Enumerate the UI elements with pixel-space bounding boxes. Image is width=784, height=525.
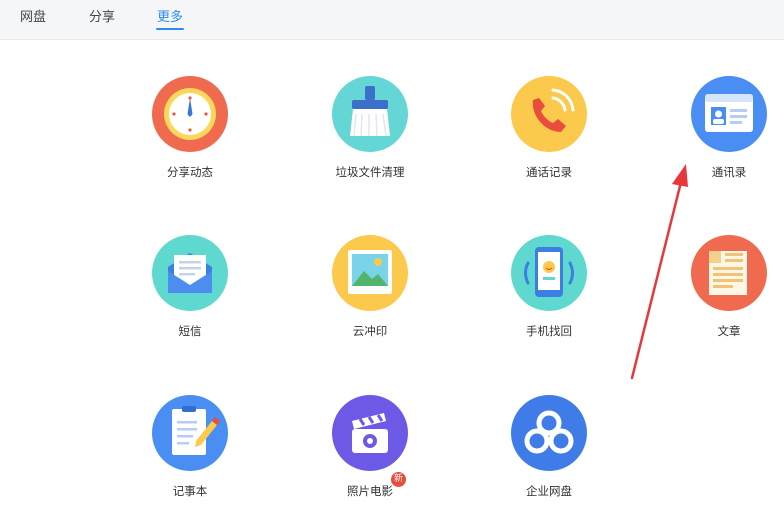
top-tab-bar: 网盘 分享 更多: [0, 0, 784, 40]
film-clapper-icon: [332, 395, 408, 471]
tab-more[interactable]: 更多: [157, 6, 183, 25]
app-label: 手机找回: [526, 324, 572, 338]
contact-card-icon: [691, 76, 767, 152]
photo-print-icon: [332, 235, 408, 311]
app-label: 垃圾文件清理: [335, 165, 405, 179]
app-label: 企业网盘: [526, 484, 572, 498]
app-find-phone[interactable]: 手机找回: [489, 235, 609, 365]
article-icon: [691, 235, 767, 311]
app-share-feed[interactable]: 分享动态: [130, 76, 250, 206]
broom-icon: [332, 76, 408, 152]
phone-icon: [511, 76, 587, 152]
app-call-log[interactable]: 通话记录: [489, 76, 609, 206]
tab-share[interactable]: 分享: [89, 6, 115, 25]
cloud-icon: [511, 395, 587, 471]
tab-netdisk[interactable]: 网盘: [20, 6, 46, 25]
notepad-icon: [152, 395, 228, 471]
app-photo-print[interactable]: 云冲印: [310, 235, 430, 365]
annotation-arrow: [630, 164, 688, 380]
app-label: 云冲印: [352, 324, 388, 338]
app-sms[interactable]: 短信: [130, 235, 250, 365]
app-label: 记事本: [172, 484, 208, 498]
clock-icon: [152, 76, 228, 152]
envelope-icon: [152, 235, 228, 311]
find-phone-icon: [511, 235, 587, 311]
active-tab-indicator: [156, 28, 184, 30]
app-label: 分享动态: [167, 165, 213, 179]
app-label: 通话记录: [526, 165, 572, 179]
app-label: 照片电影: [347, 484, 393, 498]
app-label: 短信: [178, 324, 202, 338]
app-junk-cleanup[interactable]: 垃圾文件清理: [310, 76, 430, 206]
